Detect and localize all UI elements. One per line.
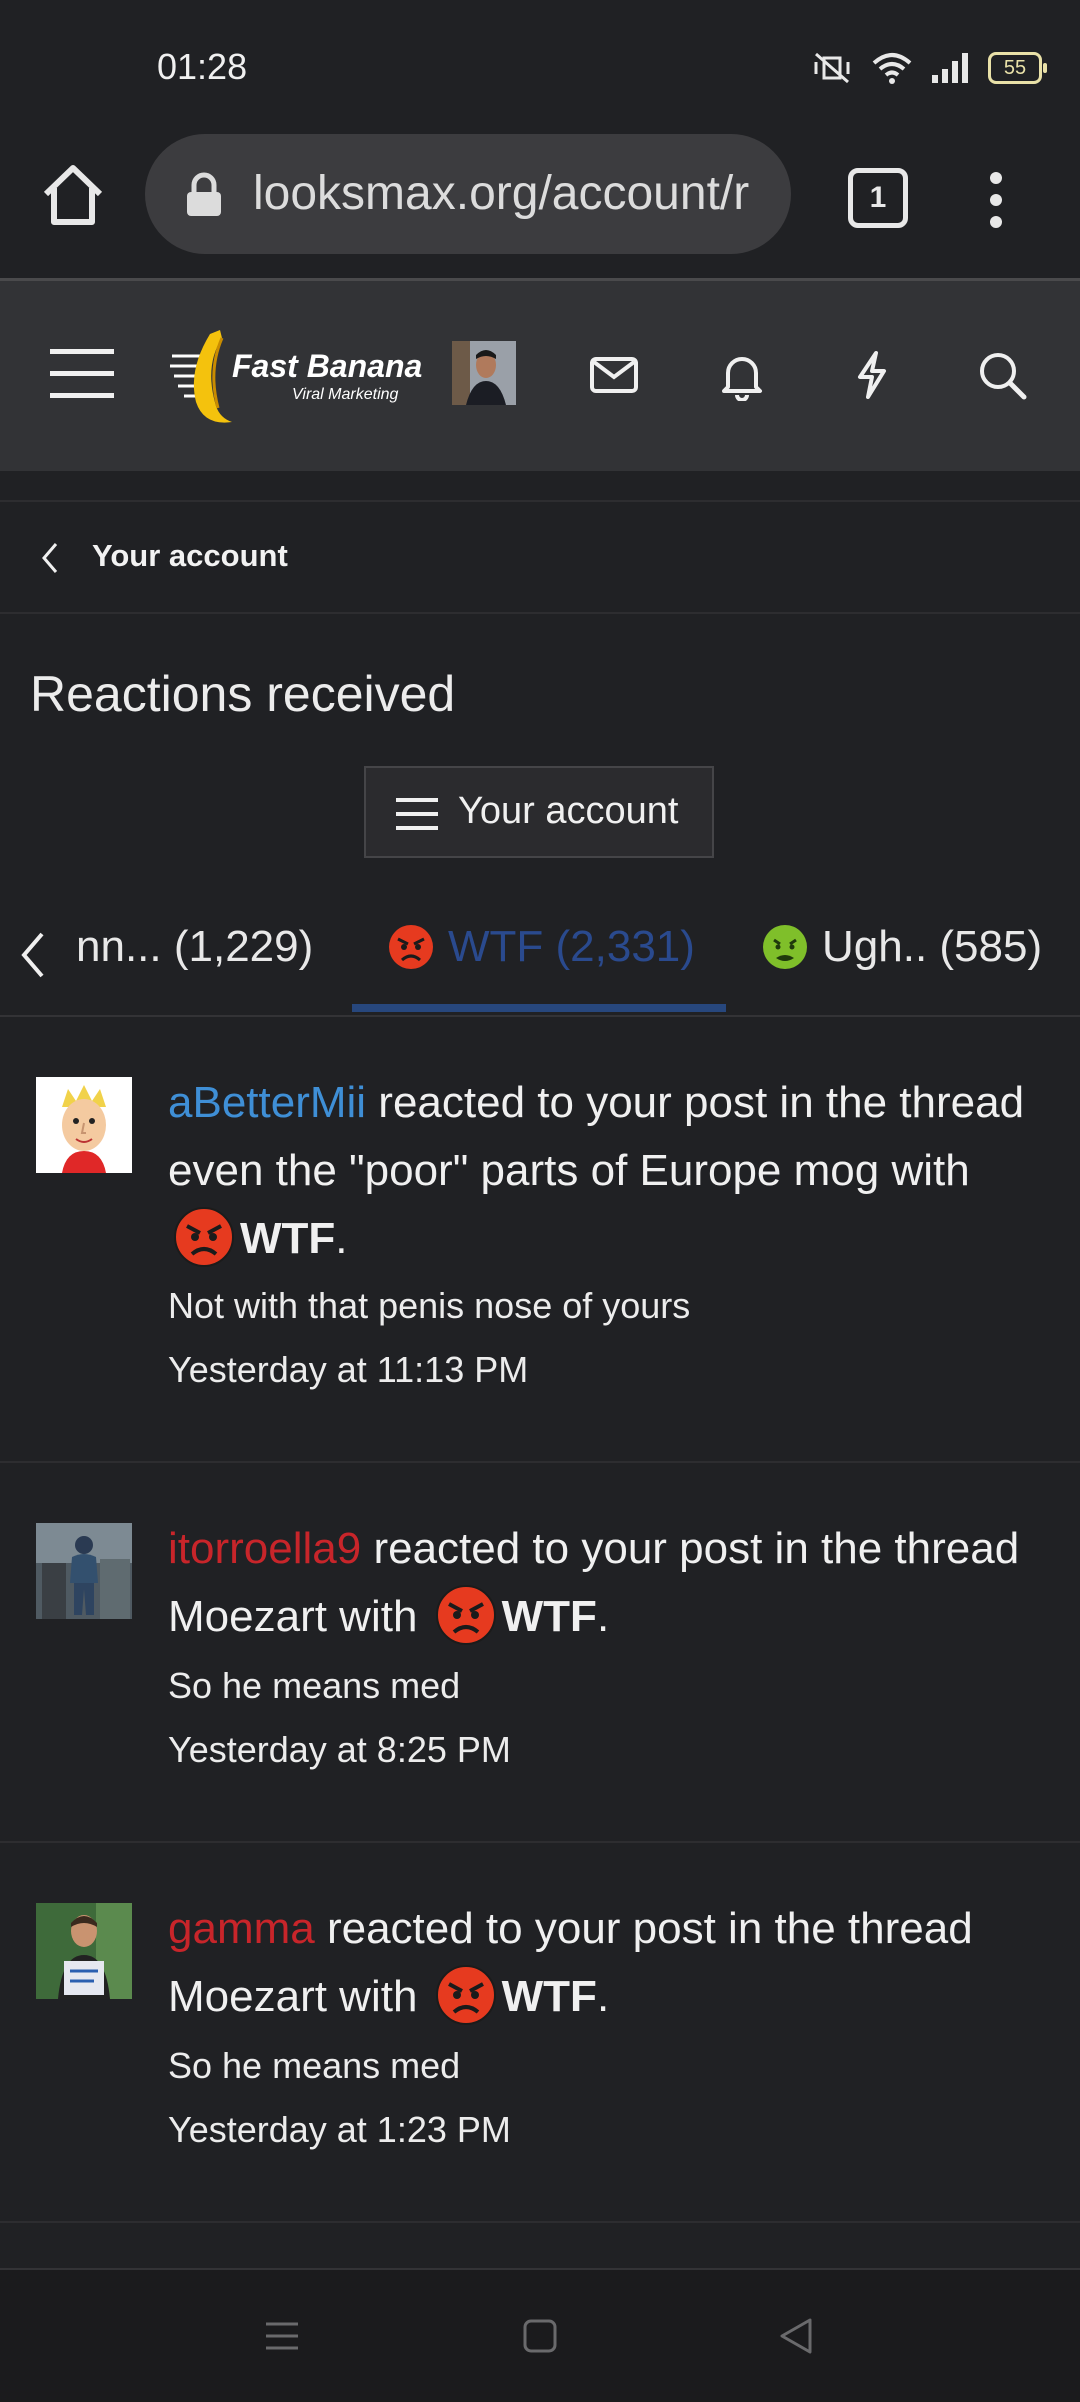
avatar[interactable] <box>36 1523 132 1619</box>
mute-vibrate-icon <box>814 52 850 84</box>
logo-title: Fast Banana <box>232 348 423 384</box>
url-text: looksmax.org/account/r <box>253 167 750 220</box>
signal-icon <box>932 53 968 83</box>
tab-switcher-button[interactable]: 1 <box>848 168 908 228</box>
recent-apps-icon[interactable] <box>262 2316 302 2356</box>
lightning-icon[interactable] <box>846 349 898 401</box>
reaction-name: WTF <box>240 1214 336 1263</box>
home-icon[interactable] <box>38 160 108 230</box>
sentence-period: . <box>596 1592 610 1641</box>
timestamp[interactable]: Yesterday at 11:13 PM <box>168 1349 528 1391</box>
angry-face-icon <box>435 1965 496 2026</box>
system-navigation-bar <box>0 2268 1080 2402</box>
breadcrumb-label: Your account <box>92 538 288 573</box>
post-snippet[interactable]: So he means med <box>168 2045 460 2087</box>
sick-face-icon <box>763 925 807 969</box>
list-item[interactable]: aBetterMii reacted to your post in the t… <box>0 1015 1080 1463</box>
back-nav-icon[interactable] <box>776 2316 816 2356</box>
logo-subtitle: Viral Marketing <box>292 386 399 403</box>
battery-icon: 55 <box>988 52 1047 84</box>
status-bar: 01:28 55 <box>0 0 1080 130</box>
post-snippet[interactable]: Not with that penis nose of yours <box>168 1285 690 1327</box>
reaction-name: WTF <box>501 1972 597 2021</box>
home-nav-icon[interactable] <box>520 2316 560 2356</box>
reaction-name: WTF <box>501 1592 597 1641</box>
list-item[interactable]: itorroella9 reacted to your post in the … <box>0 1463 1080 1843</box>
address-bar[interactable]: looksmax.org/account/r <box>145 134 791 254</box>
avatar[interactable] <box>36 1903 132 1999</box>
tab-label: WTF (2,331) <box>448 922 695 971</box>
angry-face-icon <box>435 1585 496 1646</box>
status-icons: 55 <box>810 46 1047 90</box>
wifi-icon <box>872 53 912 84</box>
sentence-period: . <box>335 1214 348 1263</box>
sentence-period: . <box>596 1972 610 2021</box>
account-menu-label: Your account <box>458 790 679 832</box>
tab-ugh[interactable]: Ugh.. (585) <box>762 922 1042 972</box>
account-menu-button[interactable]: Your account <box>364 766 714 858</box>
search-icon[interactable] <box>976 349 1028 401</box>
page-title: Reactions received <box>30 666 456 722</box>
tab-previous-reaction[interactable]: nn... (1,229) <box>76 922 313 972</box>
username-link[interactable]: aBetterMii <box>168 1078 366 1127</box>
status-time: 01:28 <box>157 46 248 87</box>
bell-icon[interactable] <box>716 349 768 401</box>
site-header: Fast Banana Viral Marketing <box>0 278 1080 471</box>
menu-icon <box>396 798 438 830</box>
lock-icon <box>187 172 221 216</box>
reaction-text: gamma reacted to your post in the thread… <box>168 1895 1048 2031</box>
menu-icon[interactable] <box>50 347 114 399</box>
more-options-icon[interactable] <box>985 170 1007 230</box>
tab-label: nn... (1,229) <box>76 922 314 971</box>
chevron-left-icon <box>42 543 58 573</box>
user-avatar[interactable] <box>452 341 516 405</box>
reaction-text: aBetterMii reacted to your post in the t… <box>168 1069 1048 1273</box>
site-logo[interactable]: Fast Banana Viral Marketing <box>170 326 423 426</box>
angry-face-icon <box>389 925 433 969</box>
list-item[interactable]: gamma reacted to your post in the thread… <box>0 1843 1080 2223</box>
avatar[interactable] <box>36 1077 132 1173</box>
browser-toolbar: looksmax.org/account/r 1 <box>0 130 1080 278</box>
timestamp[interactable]: Yesterday at 1:23 PM <box>168 2109 511 2151</box>
mail-icon[interactable] <box>588 349 640 401</box>
username-link[interactable]: gamma <box>168 1904 315 1953</box>
angry-face-icon <box>174 1207 234 1268</box>
reaction-tabs: nn... (1,229) WTF (2,331) Ugh.. (585) <box>0 900 1080 1017</box>
breadcrumb[interactable]: Your account <box>0 500 1080 614</box>
active-tab-indicator <box>352 1004 726 1012</box>
reaction-text: itorroella9 reacted to your post in the … <box>168 1515 1048 1651</box>
timestamp[interactable]: Yesterday at 8:25 PM <box>168 1729 511 1771</box>
username-link[interactable]: itorroella9 <box>168 1524 361 1573</box>
post-snippet[interactable]: So he means med <box>168 1665 460 1707</box>
tab-label: Ugh.. (585) <box>822 922 1043 971</box>
tab-wtf[interactable]: WTF (2,331) <box>388 922 695 972</box>
chevron-left-icon[interactable] <box>18 930 46 980</box>
